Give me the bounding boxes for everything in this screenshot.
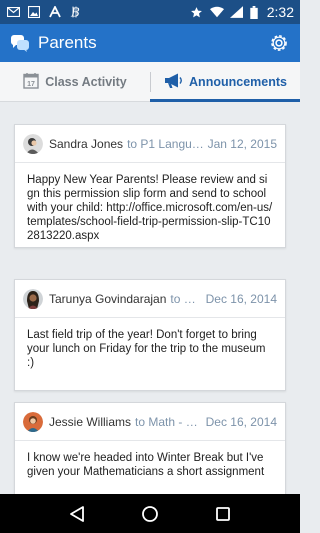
megaphone-icon (163, 72, 183, 92)
back-icon[interactable] (65, 502, 89, 526)
post-body: I know we're headed into Winter Break bu… (27, 452, 265, 478)
signal-icon (230, 6, 244, 18)
announcements-feed[interactable]: Sandra Jones to P1 Langua... Jan 12, 201… (0, 102, 300, 494)
image-icon (27, 6, 41, 18)
recents-icon[interactable] (211, 502, 235, 526)
post-date: Dec 16, 2014 (205, 291, 277, 306)
author-name: Tarunya Govindarajan (49, 291, 167, 306)
tab-announcements-label: Announcements (189, 74, 287, 89)
avatar (23, 288, 43, 309)
announcement-card[interactable]: Tarunya Govindarajan to Wo... Dec 16, 20… (14, 279, 286, 391)
post-date: Dec 16, 2014 (205, 414, 277, 429)
recipient-group: to Math - Pe... (135, 414, 204, 429)
svg-text:B: B (70, 6, 80, 18)
tab-class-activity[interactable]: 17 Class Activity (0, 62, 150, 101)
wifi-icon (209, 6, 224, 18)
tab-divider (150, 72, 151, 92)
tab-bar: 17 Class Activity Announcements (0, 62, 300, 102)
post-body: Happy New Year Parents! Please review an… (27, 174, 273, 242)
battery-icon (250, 5, 259, 19)
author-name: Jessie Williams (49, 414, 132, 429)
card-header: Sandra Jones to P1 Langua... Jan 12, 201… (15, 125, 285, 163)
mail-icon (6, 6, 20, 18)
post-body: Last field trip of the year! Don't forge… (27, 329, 266, 369)
home-icon[interactable] (138, 502, 162, 526)
author-name: Sandra Jones (49, 136, 124, 151)
app-title: Parents (38, 33, 97, 52)
announcement-card[interactable]: Sandra Jones to P1 Langua... Jan 12, 201… (14, 124, 286, 248)
app-bar: Parents (0, 24, 300, 62)
status-time: 2:32 (266, 4, 294, 20)
avatar (23, 411, 43, 432)
chat-bubbles-icon (10, 33, 30, 53)
card-header: Tarunya Govindarajan to Wo... Dec 16, 20… (15, 280, 285, 318)
recipient-group: to Wo... (170, 291, 203, 306)
tab-class-activity-label: Class Activity (45, 74, 127, 89)
status-bar: B 2:32 (0, 0, 300, 24)
post-date: Jan 12, 2015 (207, 136, 277, 151)
announcement-card[interactable]: Jessie Williams to Math - Pe... Dec 16, … (14, 402, 286, 494)
gear-icon[interactable] (268, 32, 290, 54)
calendar-icon: 17 (23, 72, 39, 92)
recipient-group: to P1 Langua... (127, 136, 206, 151)
b-app-icon: B (69, 6, 83, 18)
a-app-icon (48, 6, 62, 18)
svg-text:17: 17 (27, 81, 35, 88)
star-icon (190, 6, 204, 18)
card-header: Jessie Williams to Math - Pe... Dec 16, … (15, 403, 285, 441)
tab-announcements[interactable]: Announcements (150, 62, 300, 102)
navigation-bar (0, 494, 300, 533)
avatar (23, 133, 43, 154)
